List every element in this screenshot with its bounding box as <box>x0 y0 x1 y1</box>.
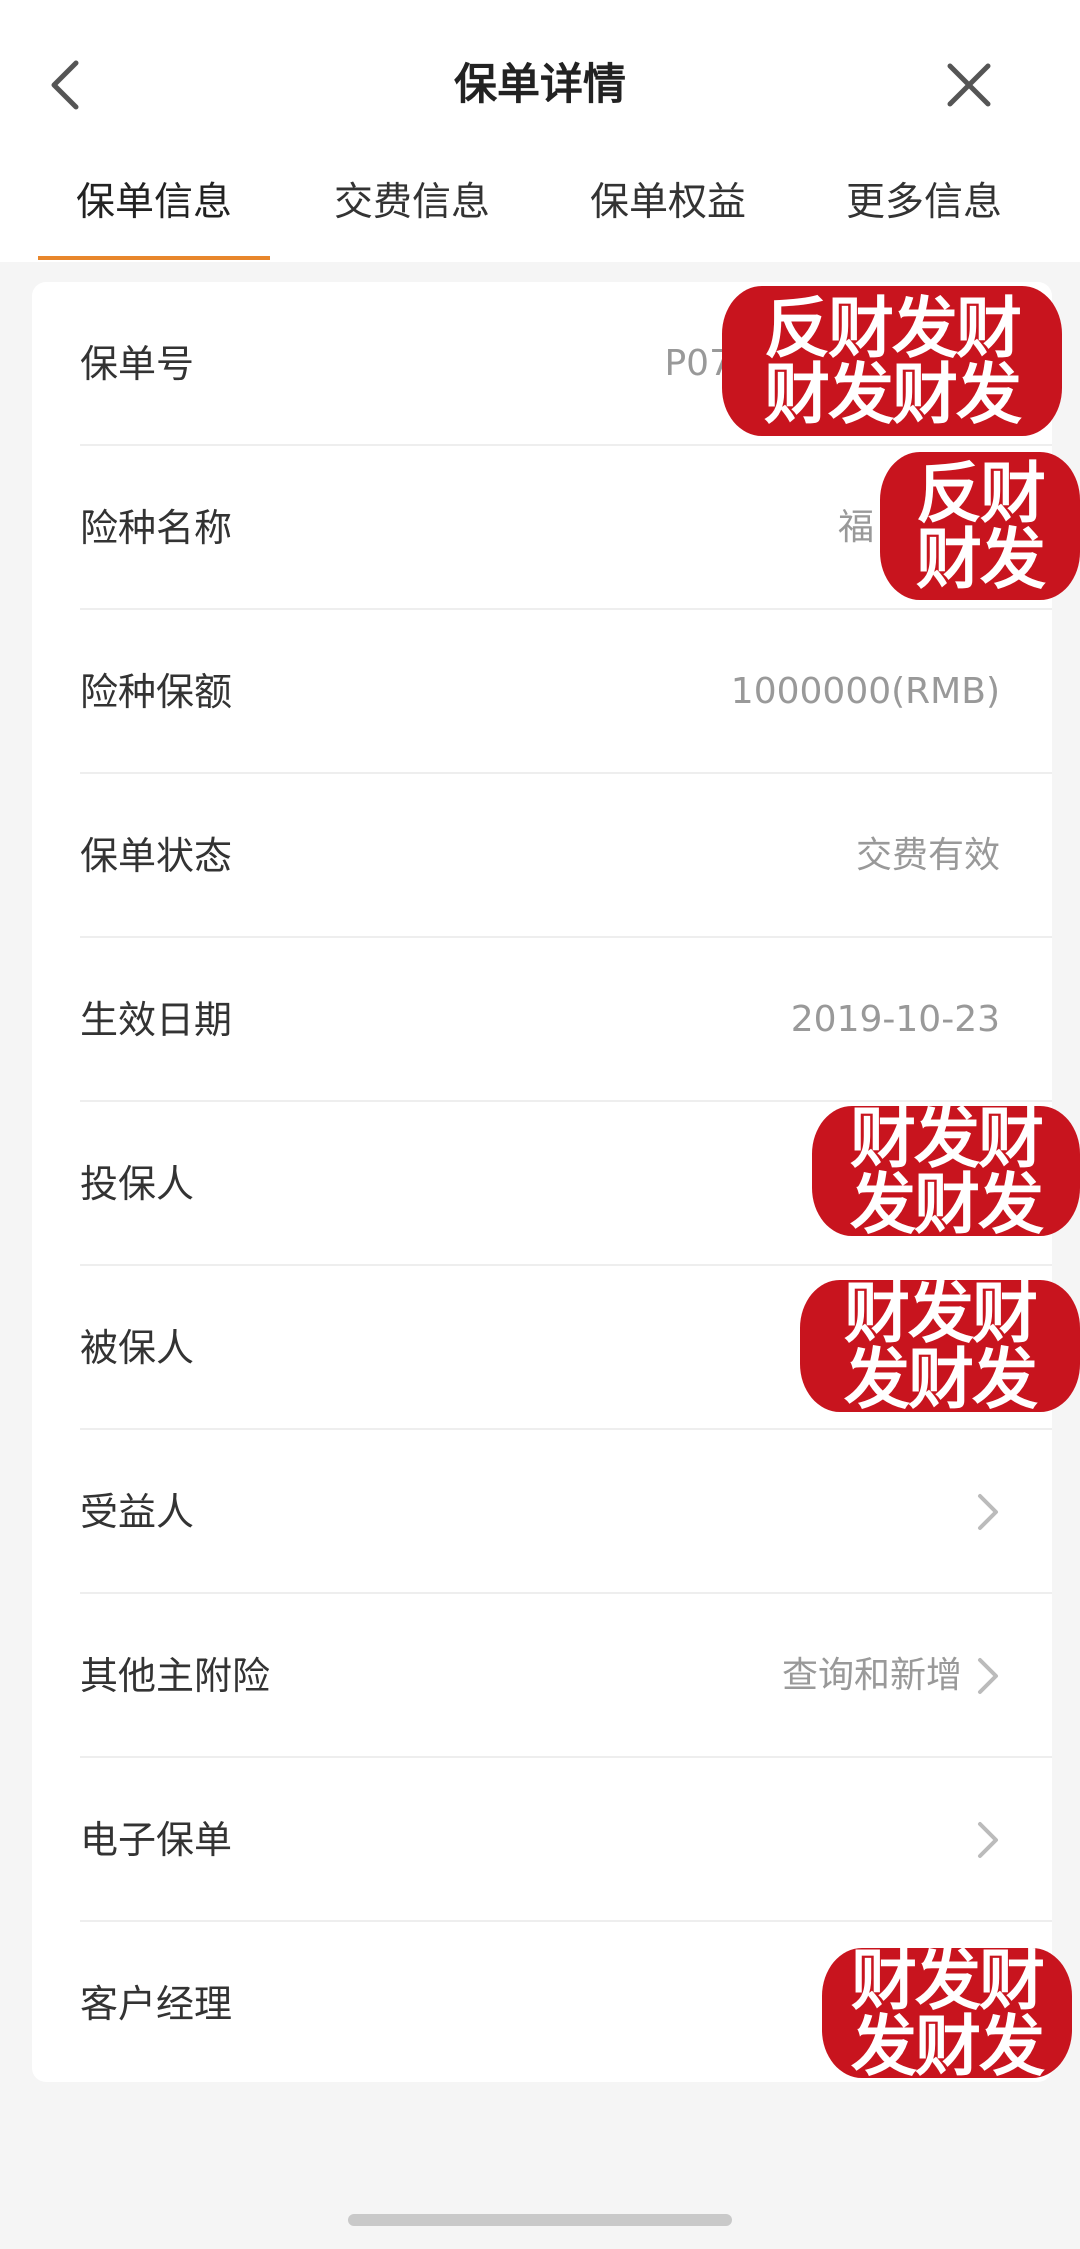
tab-payment-info[interactable]: 交费信息 <box>296 168 528 262</box>
tab-policy-info[interactable]: 保单信息 <box>38 168 270 262</box>
active-tab-indicator <box>38 256 270 260</box>
row-label: 受益人 <box>80 1490 195 1534</box>
row-value: 2019-10-23 <box>790 999 1000 1040</box>
row-label: 被保人 <box>80 1326 195 1370</box>
redaction-stamp: 财发财 发财发 <box>800 1280 1080 1412</box>
close-icon <box>947 63 991 107</box>
stamp-text: 财发财 发财发 <box>844 1280 1038 1412</box>
row-label: 生效日期 <box>80 998 233 1042</box>
row-policy-status: 保单状态 交费有效 <box>32 774 1052 938</box>
row-beneficiary[interactable]: 受益人 <box>32 1430 1052 1594</box>
row-label: 投保人 <box>80 1162 195 1206</box>
redaction-stamp: 财发财 发财发 <box>812 1106 1080 1236</box>
redaction-stamp: 反财 财发 <box>880 452 1080 600</box>
row-value: 1000000(RMB) <box>730 671 1000 712</box>
stamp-text: 财发财 发财发 <box>850 1106 1044 1236</box>
tab-bar: 保单信息 交费信息 保单权益 更多信息 <box>0 168 1080 262</box>
row-e-policy[interactable]: 电子保单 <box>32 1758 1052 1922</box>
chevron-right-icon <box>978 1494 998 1530</box>
row-label: 电子保单 <box>80 1818 233 1862</box>
top-bar: 保单详情 保单信息 交费信息 保单权益 更多信息 <box>0 0 1080 262</box>
row-label: 客户经理 <box>80 1982 233 2026</box>
row-label: 保单状态 <box>80 834 233 878</box>
home-indicator <box>348 2214 732 2226</box>
close-button[interactable] <box>936 52 1002 118</box>
row-label: 其他主附险 <box>80 1654 271 1698</box>
row-label: 保单号 <box>80 342 195 386</box>
stamp-text: 财发财 发财发 <box>851 1948 1045 2078</box>
row-effective-date: 生效日期 2019-10-23 <box>32 938 1052 1102</box>
redaction-stamp: 反财发财 财发财发 <box>722 286 1062 436</box>
row-sum-insured: 险种保额 1000000(RMB) <box>32 610 1052 774</box>
redaction-stamp: 财发财 发财发 <box>822 1948 1072 2078</box>
tab-policy-rights[interactable]: 保单权益 <box>552 168 784 262</box>
row-value: 交费有效 <box>855 835 1000 876</box>
tab-more-info[interactable]: 更多信息 <box>808 168 1040 262</box>
row-label: 险种保额 <box>80 670 233 714</box>
stamp-text: 反财 财发 <box>916 454 1046 598</box>
row-value: 福 <box>837 507 874 548</box>
chevron-right-icon <box>978 1822 998 1858</box>
page-title: 保单详情 <box>454 60 626 110</box>
row-label: 险种名称 <box>80 506 233 550</box>
row-other-riders[interactable]: 其他主附险 查询和新增 <box>32 1594 1052 1758</box>
chevron-right-icon <box>978 1658 998 1694</box>
stamp-text: 反财发财 财发财发 <box>764 289 1022 433</box>
row-value: 查询和新增 <box>781 1655 962 1696</box>
